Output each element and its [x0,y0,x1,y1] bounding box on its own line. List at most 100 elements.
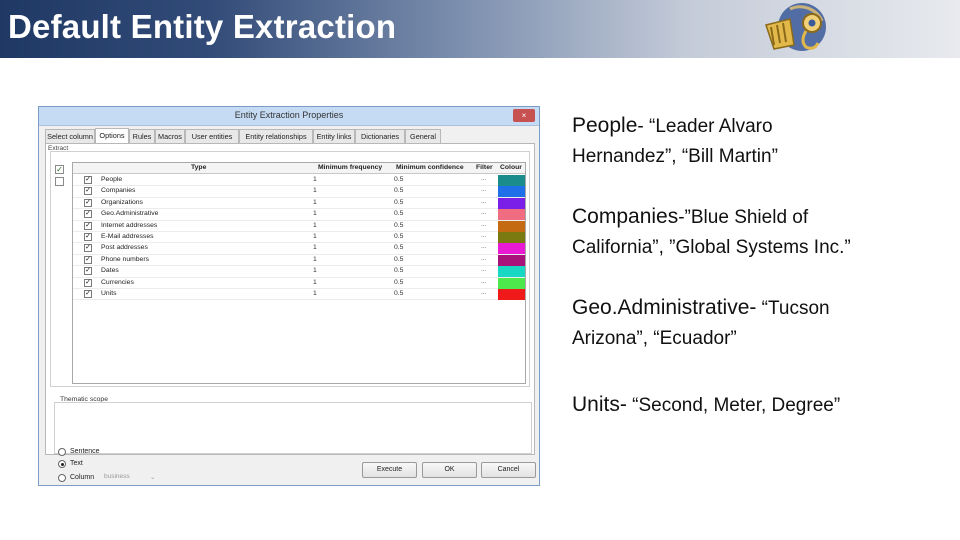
table-row[interactable]: ✓ Post addresses 1 0.5... [73,243,525,255]
tab-user-entities[interactable]: User entities [185,129,239,143]
chevron-down-icon: ⌄ [150,474,156,481]
row-filter-button[interactable]: ... [481,243,487,250]
tab-rules[interactable]: Rules [129,129,155,143]
row-filter-button[interactable]: ... [481,255,487,262]
table-row[interactable]: ✓ Phone numbers 1 0.5... [73,254,525,267]
col-min-frequency[interactable]: Minimum frequency [318,164,382,171]
row-filter-button[interactable]: ... [481,198,487,205]
row-colour-swatch[interactable] [498,266,525,278]
tab-general[interactable]: General [405,129,441,143]
row-min-frequency[interactable]: 1 [313,267,317,274]
tab-options[interactable]: Options [95,128,129,143]
row-filter-button[interactable]: ... [481,186,487,193]
row-filter-button[interactable]: ... [481,232,487,239]
table-row[interactable]: ✓ People 1 0.5... [73,175,525,187]
row-colour-swatch[interactable] [498,175,525,186]
row-min-frequency[interactable]: 1 [313,176,317,183]
row-min-frequency[interactable]: 1 [313,210,317,217]
row-min-confidence[interactable]: 0.5 [394,290,403,297]
tab-entity-links[interactable]: Entity links [313,129,355,143]
ok-button[interactable]: OK [422,462,477,478]
bullet-units-line1: “Second, Meter, Degree” [626,395,841,416]
col-type[interactable]: Type [191,164,206,171]
row-min-confidence[interactable]: 0.5 [394,267,403,274]
table-row[interactable]: ✓ Organizations 1 0.5... [73,197,525,210]
row-min-frequency[interactable]: 1 [313,222,317,229]
row-checkbox[interactable]: ✓ [84,198,92,207]
row-filter-button[interactable]: ... [481,266,487,273]
bullet-companies-key: Companies [572,205,679,228]
row-checkbox[interactable]: ✓ [84,176,92,184]
row-colour-swatch[interactable] [498,220,525,232]
radio-sentence-label: Sentence [70,448,100,455]
row-checkbox[interactable]: ✓ [84,290,92,298]
radio-text[interactable] [58,460,66,468]
row-colour-swatch[interactable] [498,254,525,266]
close-button[interactable]: × [513,109,535,122]
table-row[interactable]: ✓ Companies 1 0.5... [73,186,525,198]
tab-macros[interactable]: Macros [155,129,185,143]
dialog-titlebar[interactable]: Entity Extraction Properties × [39,107,539,126]
table-row[interactable]: ✓ Dates 1 0.5... [73,266,525,278]
table-row[interactable]: ✓ Geo.Administrative 1 0.5... [73,209,525,221]
row-min-frequency[interactable]: 1 [313,199,317,206]
row-filter-button[interactable]: ... [481,289,487,296]
options-panel: Extract ✓ Type Minimum frequency Minimum… [45,143,535,482]
row-min-frequency[interactable]: 1 [313,244,317,251]
row-checkbox[interactable]: ✓ [84,244,92,253]
row-checkbox[interactable]: ✓ [84,255,92,264]
extract-checkbox-checked[interactable]: ✓ [55,165,64,174]
row-filter-button[interactable]: ... [481,175,487,182]
row-checkbox[interactable]: ✓ [84,267,92,276]
row-min-frequency[interactable]: 1 [313,187,317,194]
col-filter[interactable]: Filter [476,164,493,171]
row-checkbox[interactable]: ✓ [84,233,92,241]
row-checkbox[interactable]: ✓ [84,221,92,230]
row-min-confidence[interactable]: 0.5 [394,199,403,206]
row-min-confidence[interactable]: 0.5 [394,222,403,229]
row-min-frequency[interactable]: 1 [313,290,317,297]
tab-select-column[interactable]: Select column [45,129,95,143]
row-colour-swatch[interactable] [498,186,525,198]
table-row[interactable]: ✓ Units 1 0.5... [73,289,525,301]
tab-entity-relationships[interactable]: Entity relationships [239,129,313,143]
col-colour[interactable]: Colour [500,164,522,171]
row-filter-button[interactable]: ... [481,209,487,216]
row-colour-swatch[interactable] [498,209,525,221]
row-min-confidence[interactable]: 0.5 [394,256,403,263]
row-min-frequency[interactable]: 1 [313,233,317,240]
radio-sentence[interactable] [58,448,66,456]
row-colour-swatch[interactable] [498,277,525,289]
column-select[interactable]: business ⌄ [104,473,160,483]
radio-column[interactable] [58,474,66,482]
table-row[interactable]: ✓ Internet addresses 1 0.5... [73,220,525,232]
row-colour-swatch[interactable] [498,197,525,209]
row-filter-button[interactable]: ... [481,221,487,228]
radio-column-label: Column [70,474,95,481]
bullet-companies-line2: California”, ”Global Systems Inc.” [572,237,851,258]
row-checkbox[interactable]: ✓ [84,210,92,219]
col-min-confidence[interactable]: Minimum confidence [396,164,464,171]
logo-icon [765,3,826,51]
cancel-button[interactable]: Cancel [481,462,536,478]
row-filter-button[interactable]: ... [481,278,487,285]
row-min-confidence[interactable]: 0.5 [394,210,403,217]
row-min-confidence[interactable]: 0.5 [394,176,403,183]
row-min-confidence[interactable]: 0.5 [394,233,403,240]
row-type: Organizations [101,198,143,206]
table-row[interactable]: ✓ E-Mail addresses 1 0.5... [73,232,525,244]
row-min-confidence[interactable]: 0.5 [394,279,403,286]
extract-checkbox-unchecked[interactable] [55,177,64,186]
row-min-frequency[interactable]: 1 [313,256,317,263]
row-checkbox[interactable]: ✓ [84,187,92,196]
row-checkbox[interactable]: ✓ [84,278,92,287]
row-colour-swatch[interactable] [498,289,525,300]
table-row[interactable]: ✓ Currencies 1 0.5... [73,277,525,289]
tab-dictionaries[interactable]: Dictionaries [355,129,405,143]
row-min-confidence[interactable]: 0.5 [394,244,403,251]
row-min-frequency[interactable]: 1 [313,279,317,286]
row-colour-swatch[interactable] [498,243,525,255]
row-colour-swatch[interactable] [498,232,525,243]
row-min-confidence[interactable]: 0.5 [394,187,403,194]
execute-button[interactable]: Execute [362,462,417,478]
